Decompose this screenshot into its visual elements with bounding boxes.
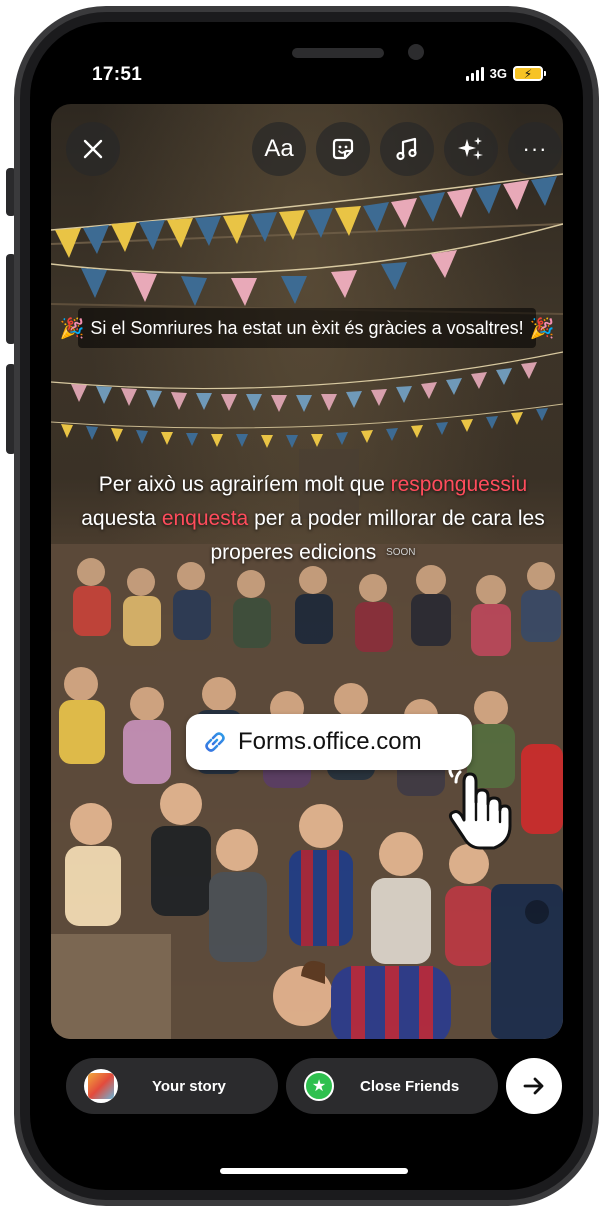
message-text: per a poder millorar de cara les propere… [210, 507, 545, 564]
avatar-logo [88, 1073, 114, 1099]
link-icon [205, 732, 225, 752]
close-friends-label: Close Friends [360, 1077, 460, 1095]
festival-crowd-image [51, 173, 563, 1039]
battery-icon: ⚡ [513, 66, 546, 81]
music-icon [396, 137, 417, 161]
text-tool-button[interactable]: Aa [252, 122, 306, 176]
close-button[interactable] [66, 122, 120, 176]
sticker-button[interactable] [316, 122, 370, 176]
phone-screen: 17:51 3G ⚡ Aa ··· 🎉 Si el Somriures ha e… [30, 22, 583, 1190]
more-button[interactable]: ··· [508, 122, 562, 176]
message-highlight: enquesta [161, 507, 249, 530]
status-indicators: 3G ⚡ [465, 66, 546, 81]
message-text: aquesta [81, 507, 162, 530]
arrow-right-icon [523, 1077, 544, 1095]
home-indicator[interactable] [220, 1168, 408, 1174]
link-sticker[interactable]: Forms.office.com [186, 714, 472, 770]
avatar [84, 1069, 118, 1103]
soon-sign: SOON [386, 547, 416, 559]
status-time: 17:51 [92, 64, 143, 85]
charging-bolt-icon: ⚡ [523, 66, 533, 81]
sparkles-icon [458, 137, 483, 160]
earpiece [292, 48, 384, 58]
star-icon: ★ [304, 1071, 334, 1101]
front-camera [408, 44, 424, 60]
notch [176, 22, 502, 84]
story-photo [51, 104, 563, 1039]
sticker-icon [332, 138, 354, 160]
party-popper-icon: 🎉 [59, 317, 85, 340]
your-story-label: Your story [152, 1077, 226, 1095]
tap-hand-icon [448, 764, 512, 850]
story-message: Per això us agrairíem molt que respongue… [78, 468, 548, 570]
link-label: Forms.office.com [238, 728, 422, 755]
banner-text: Si el Somriures ha estat un èxit és gràc… [90, 317, 524, 338]
network-label: 3G [489, 66, 507, 81]
party-popper-icon: 🎉 [529, 317, 555, 340]
next-button[interactable] [506, 1058, 562, 1114]
effects-button[interactable] [444, 122, 498, 176]
signal-icon [465, 66, 484, 81]
story-banner: 🎉 Si el Somriures ha estat un èxit és gr… [60, 308, 555, 348]
message-text: Per això us agrairíem molt que [98, 473, 391, 496]
music-button[interactable] [380, 122, 434, 176]
close-icon [83, 139, 103, 159]
close-friends-button[interactable]: ★ Close Friends [286, 1058, 498, 1114]
your-story-button[interactable]: Your story [66, 1058, 278, 1114]
message-highlight: responguessiu [390, 473, 528, 496]
